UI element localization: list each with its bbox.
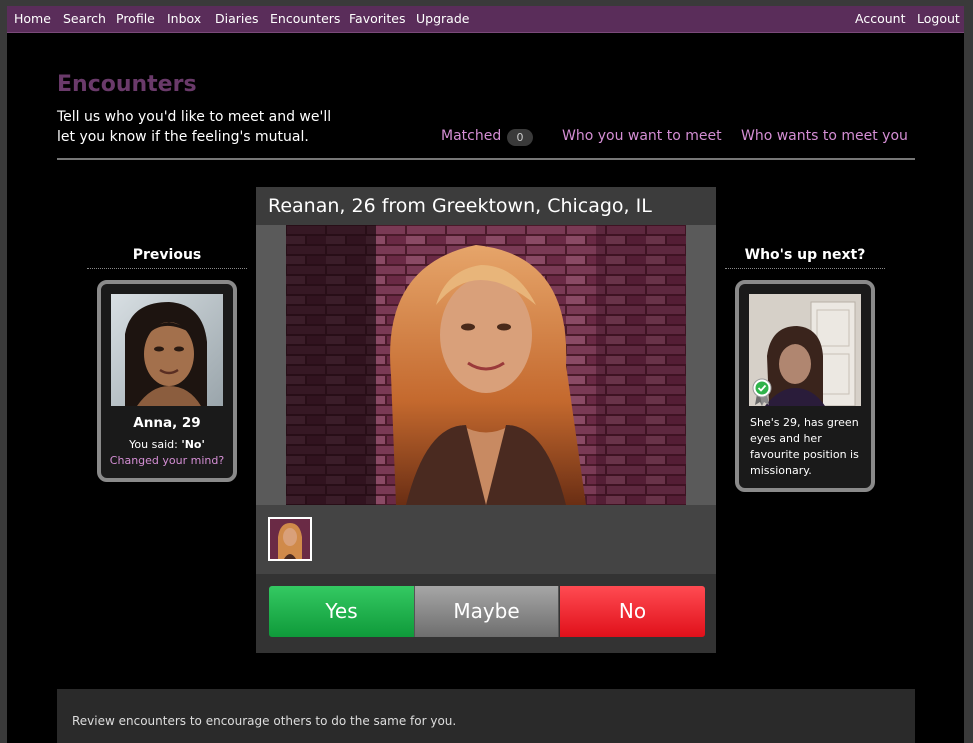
nav-home[interactable]: Home (14, 11, 51, 27)
nav-inbox[interactable]: Inbox (167, 11, 201, 27)
nav-account[interactable]: Account (855, 11, 905, 27)
previous-you-said-label: You said: (129, 438, 182, 451)
top-nav-bar: Home Search Profile Inbox Diaries Encoun… (7, 6, 964, 33)
next-description: She's 29, has green eyes and her favouri… (750, 416, 859, 477)
tab-who-you-want-to-meet[interactable]: Who you want to meet (562, 127, 722, 145)
next-divider (725, 268, 885, 269)
nav-diaries[interactable]: Diaries (215, 11, 259, 27)
review-info-bar: Review encounters to encourage others to… (57, 689, 915, 743)
main-photo-frame (256, 225, 716, 505)
matched-count-badge: 0 (507, 129, 533, 146)
previous-divider (87, 268, 247, 269)
app-frame: Home Search Profile Inbox Diaries Encoun… (7, 6, 964, 743)
nav-favorites[interactable]: Favorites (349, 11, 405, 27)
previous-answer: You said: 'No' (101, 438, 233, 452)
previous-heading: Previous (132, 247, 202, 263)
tabs-divider (57, 158, 915, 160)
tab-who-wants-to-meet-you[interactable]: Who wants to meet you (741, 127, 908, 145)
next-heading: Who's up next? (744, 247, 866, 263)
page-intro: Tell us who you'd like to meet and we'll… (57, 109, 332, 145)
no-button[interactable]: No (560, 586, 705, 637)
next-card: She's 29, has green eyes and her favouri… (735, 280, 875, 492)
nav-encounters[interactable]: Encounters (270, 11, 340, 27)
current-profile-title: Reanan, 26 from Greektown, Chicago, IL (268, 195, 652, 217)
current-title-bar: Reanan, 26 from Greektown, Chicago, IL (256, 187, 716, 225)
changed-your-mind-link[interactable]: Changed your mind? (101, 454, 233, 468)
review-info-text: Review encounters to encourage others to… (72, 714, 457, 728)
previous-you-said-value: 'No' (181, 438, 205, 451)
tab-matched[interactable]: Matched (441, 127, 501, 145)
nav-profile[interactable]: Profile (116, 11, 155, 27)
previous-card: Anna, 29 You said: 'No' Changed your min… (97, 280, 237, 482)
verified-badge-icon (752, 378, 772, 406)
nav-logout[interactable]: Logout (917, 11, 960, 27)
previous-name: Anna, 29 (133, 415, 201, 431)
yes-button[interactable]: Yes (269, 586, 414, 637)
previous-profile-photo[interactable] (111, 294, 223, 406)
current-encounter-card: Reanan, 26 from Greektown, Chicago, IL Y… (256, 187, 716, 653)
nav-search[interactable]: Search (63, 11, 106, 27)
photo-thumbnails (256, 505, 716, 572)
current-profile-photo[interactable] (286, 225, 686, 505)
maybe-button[interactable]: Maybe (414, 586, 559, 637)
photo-thumbnail[interactable] (268, 517, 312, 561)
vote-button-bar: Yes Maybe No (256, 574, 716, 653)
nav-upgrade[interactable]: Upgrade (416, 11, 469, 27)
page-title: Encounters (57, 72, 197, 97)
